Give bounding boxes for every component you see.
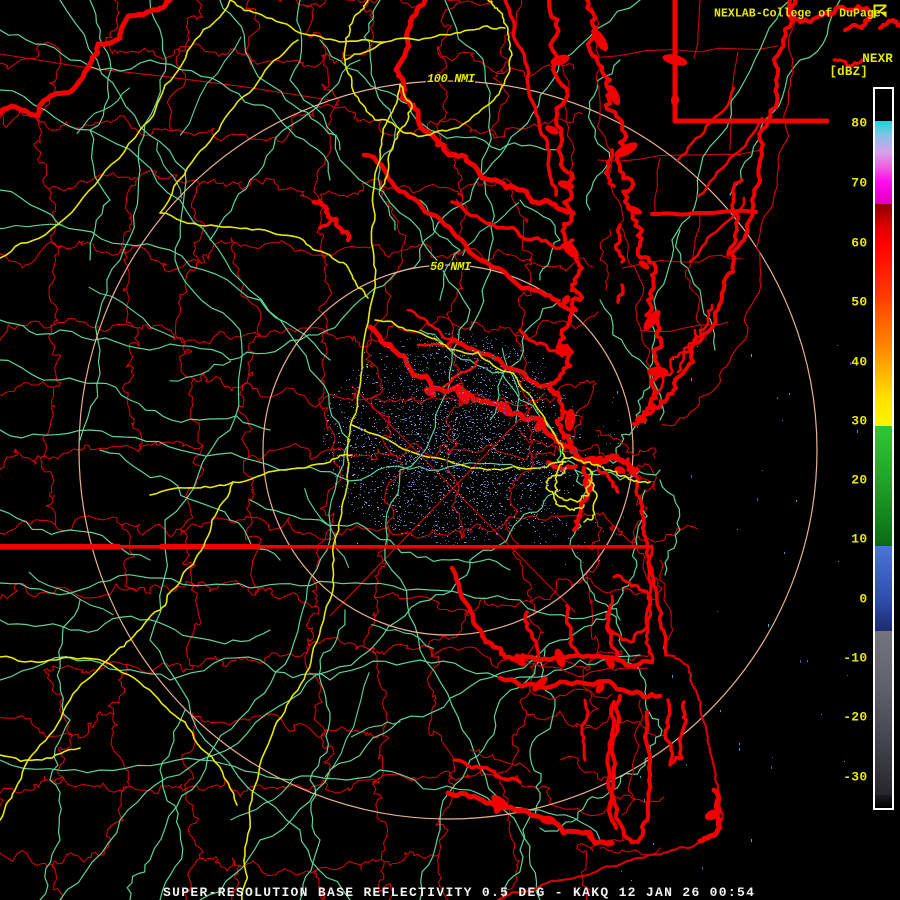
svg-text:100 NMI: 100 NMI (427, 72, 476, 86)
svg-text:[dBZ]: [dBZ] (829, 65, 868, 79)
svg-text:0: 0 (859, 592, 867, 607)
svg-text:70: 70 (851, 176, 867, 191)
svg-text:NEXR: NEXR (862, 52, 893, 66)
svg-text:20: 20 (851, 473, 867, 488)
svg-text:-20: -20 (843, 710, 867, 725)
svg-text:SUPER-RESOLUTION BASE REFLECTI: SUPER-RESOLUTION BASE REFLECTIVITY 0.5 D… (163, 885, 755, 900)
svg-text:NEXLAB-College of DuPage: NEXLAB-College of DuPage (714, 8, 881, 21)
svg-text:10: 10 (851, 532, 867, 547)
svg-text:30: 30 (851, 414, 867, 429)
svg-text:40: 40 (851, 355, 867, 370)
svg-text:-30: -30 (843, 770, 867, 785)
svg-text:-10: -10 (843, 651, 867, 666)
svg-text:60: 60 (851, 236, 867, 251)
svg-text:50 NMI: 50 NMI (430, 260, 472, 274)
svg-text:80: 80 (851, 116, 867, 131)
svg-text:50: 50 (851, 295, 867, 310)
